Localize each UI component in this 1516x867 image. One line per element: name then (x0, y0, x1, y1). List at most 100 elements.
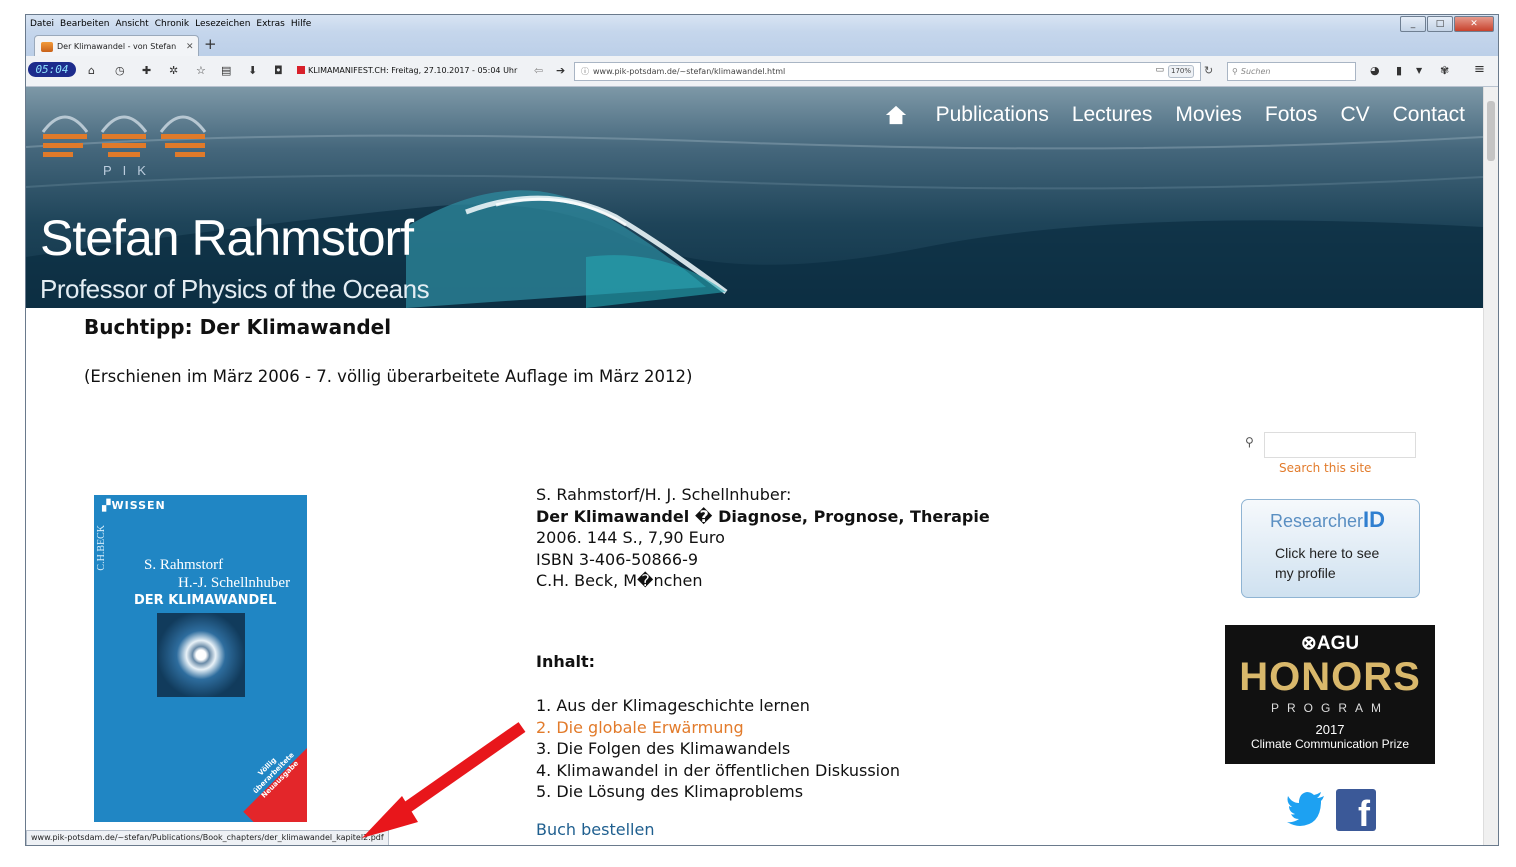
researcher-id-caption: Click here to see my profile (1275, 545, 1380, 581)
puzzle-icon[interactable]: ✾ (1440, 64, 1449, 77)
clock-display: 05:04 (28, 62, 76, 77)
researcher-id-badge[interactable]: ResearcherID Click here to see my profil… (1241, 499, 1420, 598)
zoom-level[interactable]: 170% (1168, 65, 1194, 78)
cover-publisher: C.H.BECK (96, 525, 107, 571)
page-title: Buchtipp: Der Klimawandel (84, 315, 392, 339)
agu-prize: Climate Communication Prize (1250, 737, 1410, 751)
table-of-contents: 1. Aus der Klimageschichte lernen 2. Die… (536, 695, 900, 803)
agu-program-text: PROGRAM (1270, 701, 1389, 715)
cover-author-2: H.-J. Schellnhuber (178, 575, 291, 591)
nav-publications[interactable]: Publications (936, 103, 1049, 127)
site-owner-name: Stefan Rahmstorf (40, 210, 414, 266)
search-placeholder: Suchen (1240, 67, 1271, 76)
chapter-link-5[interactable]: 5. Die Lösung des Klimaproblems (536, 781, 900, 803)
nav-fotos[interactable]: Fotos (1265, 103, 1318, 127)
cover-title: DER KLIMAWANDEL (134, 593, 277, 608)
book-isbn: ISBN 3-406-50866-9 (536, 549, 699, 569)
site-search-input[interactable] (1264, 432, 1416, 458)
home-icon[interactable]: ⌂ (88, 64, 95, 77)
minimize-button[interactable]: _ (1400, 16, 1426, 32)
browser-search-input[interactable]: ⚲ Suchen (1227, 62, 1356, 81)
reader-view-icon[interactable]: ▭ (1155, 65, 1164, 75)
magnifier-icon: ⚲ (1245, 435, 1254, 449)
klimamanifest-ticker[interactable]: KLIMAMANIFEST.CH: Freitag, 27.10.2017 - … (297, 66, 517, 75)
reload-icon[interactable]: ↻ (1204, 64, 1213, 77)
new-tab-button[interactable]: + (204, 35, 217, 53)
menu-ansicht[interactable]: Ansicht (115, 19, 148, 29)
sidebar-icon[interactable]: ▮ (1396, 64, 1402, 77)
site-subtitle: Professor of Physics of the Oceans (40, 274, 430, 304)
book-price: 2006. 144 S., 7,90 Euro (536, 528, 725, 547)
site-navigation: Publications Lectures Movies Fotos CV Co… (885, 103, 1465, 127)
book-publisher: C.H. Beck, M�nchen (536, 571, 703, 590)
book-cover-image[interactable]: ▞WISSEN C.H.BECK S. Rahmstorf H.-J. Sche… (94, 495, 307, 822)
history-icon[interactable]: ◷ (115, 64, 125, 77)
book-details: S. Rahmstorf/H. J. Schellnhuber: Der Kli… (536, 484, 990, 592)
navigation-toolbar: 05:04 ⌂ ◷ ✚ ✲ ☆ ▤ ⬇ ◘ KLIMAMANIFEST.CH: … (26, 56, 1498, 87)
menu-extras[interactable]: Extras (256, 19, 284, 29)
pik-logo-icon (41, 115, 207, 157)
site-search-button[interactable]: Search this site (1279, 461, 1371, 475)
chevron-down-icon[interactable]: ▼ (1416, 66, 1422, 75)
nav-lectures[interactable]: Lectures (1072, 103, 1153, 127)
tab-title: Der Klimawandel - von Stefan (57, 42, 177, 51)
addons-icon[interactable]: ✚ (142, 64, 151, 77)
site-header: PIK Publications Lectures Movies Fotos C… (26, 87, 1483, 308)
url-text: www.pik-potsdam.de/~stefan/klimawandel.h… (593, 67, 786, 76)
maximize-button[interactable]: □ (1427, 16, 1453, 32)
facebook-icon[interactable]: f (1336, 789, 1376, 834)
book-authors: S. Rahmstorf/H. J. Schellnhuber: (536, 485, 792, 504)
publication-note: (Erschienen im März 2006 - 7. völlig übe… (84, 367, 693, 386)
klimamanifest-text: KLIMAMANIFEST.CH: Freitag, 27.10.2017 - … (308, 66, 518, 75)
twitter-icon[interactable] (1287, 792, 1325, 826)
researcher-id-title: ResearcherID (1270, 507, 1386, 532)
buy-book-link[interactable]: Buch bestellen (536, 820, 654, 839)
pik-favicon-icon (41, 41, 53, 52)
agu-honors-text: HONORS (1239, 655, 1421, 699)
extension-icon[interactable]: ◕ (1370, 64, 1380, 77)
close-tab-icon[interactable]: ✕ (186, 42, 198, 52)
forward-arrow-icon[interactable]: ➔ (556, 64, 565, 77)
info-icon[interactable]: ⓘ (581, 66, 589, 77)
pocket-icon[interactable]: ◘ (274, 64, 283, 77)
menu-datei[interactable]: Datei (30, 19, 54, 29)
window-controls: _ □ ✕ (1400, 16, 1494, 32)
download-icon[interactable]: ⬇ (248, 64, 257, 77)
agu-honors-badge[interactable]: ⊗AGU HONORS PROGRAM 2017 Climate Communi… (1225, 625, 1435, 764)
close-window-button[interactable]: ✕ (1454, 16, 1494, 32)
pik-logo-label: PIK (103, 163, 157, 178)
menu-hilfe[interactable]: Hilfe (291, 19, 311, 29)
status-bar-link-preview: www.pik-potsdam.de/~stefan/Publications/… (26, 830, 389, 845)
browser-window: Datei Bearbeiten Ansicht Chronik Lesezei… (25, 14, 1499, 846)
hurricane-image (157, 613, 245, 697)
back-arrow-icon[interactable]: ⇦ (534, 64, 543, 77)
menu-bearbeiten[interactable]: Bearbeiten (60, 19, 109, 29)
menu-lesezeichen[interactable]: Lesezeichen (195, 19, 250, 29)
vertical-scrollbar[interactable] (1483, 87, 1498, 845)
nav-cv[interactable]: CV (1340, 103, 1369, 127)
clipboard-icon[interactable]: ▤ (221, 64, 231, 77)
tab-klimawandel[interactable]: Der Klimawandel - von Stefan ✕ (34, 35, 199, 57)
chapter-link-3[interactable]: 3. Die Folgen des Klimawandels (536, 738, 900, 760)
bookmark-star-icon[interactable]: ☆ (196, 64, 206, 77)
nav-contact[interactable]: Contact (1393, 103, 1465, 127)
search-icon: ⚲ (1232, 67, 1238, 76)
chapter-link-4[interactable]: 4. Klimawandel in der öffentlichen Disku… (536, 760, 900, 782)
url-bar[interactable]: ⓘ www.pik-potsdam.de/~stefan/klimawandel… (574, 62, 1201, 81)
scrollbar-thumb[interactable] (1487, 101, 1495, 161)
contents-heading: Inhalt: (536, 652, 596, 671)
tab-strip: Der Klimawandel - von Stefan ✕ + (26, 32, 1498, 57)
nav-movies[interactable]: Movies (1175, 103, 1242, 127)
cover-series: ▞WISSEN (102, 499, 166, 512)
hamburger-menu-icon[interactable]: ≡ (1474, 62, 1485, 77)
chapter-link-1[interactable]: 1. Aus der Klimageschichte lernen (536, 695, 900, 717)
book-title: Der Klimawandel � Diagnose, Prognose, Th… (536, 506, 990, 526)
cover-author-1: S. Rahmstorf (144, 557, 224, 573)
home-icon[interactable] (885, 104, 907, 126)
chapter-link-2[interactable]: 2. Die globale Erwärmung (536, 717, 900, 739)
settings-gear-icon[interactable]: ✲ (169, 64, 178, 77)
menu-chronik[interactable]: Chronik (155, 19, 189, 29)
agu-year: 2017 (1315, 722, 1345, 737)
menu-bar: Datei Bearbeiten Ansicht Chronik Lesezei… (26, 15, 1498, 32)
web-page: PIK Publications Lectures Movies Fotos C… (26, 87, 1483, 845)
